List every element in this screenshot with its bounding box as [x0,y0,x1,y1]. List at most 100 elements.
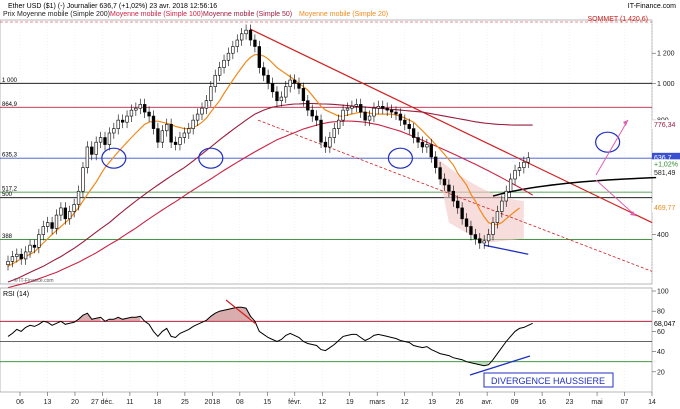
x-tick-label: 25 [181,399,189,406]
candle-body [200,107,204,115]
source-label: © IT-Finance.com [14,277,54,284]
candle-body [522,161,526,168]
candle-body [59,207,63,216]
candle-body [138,104,142,109]
moving-averages [7,54,533,289]
level-label: 1 000 [2,78,18,84]
rsi-tick-label: 60 [657,329,665,336]
candle-body [81,167,85,192]
x-tick-label: 06 [16,399,24,406]
circle-marker [595,131,621,153]
candle-body [90,146,94,155]
candle-body [332,128,336,138]
candle-body [6,261,10,265]
candle-body [526,157,530,163]
candle-body [323,141,328,148]
candle-body [46,222,50,227]
candle-body [94,141,98,155]
candle-body [398,113,403,121]
x-tick-label: févr. [288,399,301,406]
candle-body [253,39,257,47]
candle-body [359,104,363,113]
rsi-zone-fill [78,313,101,322]
price-right-badges: 776,34636,7+1,02%581,49469,77 [652,120,680,212]
candle-body [491,222,495,235]
downtrend-channel-line [257,119,653,272]
candle-body [376,105,381,109]
candle-body [147,111,151,117]
candle-body [473,234,478,240]
candle-body [306,100,310,111]
rsi-title: RSI (14) [3,291,29,298]
forecast-arrow-up [595,119,629,176]
brand-label: IT-Finance.com [628,3,676,10]
candle-body [460,207,464,220]
candle-body [442,178,447,186]
candle-body [182,132,187,138]
candle-body [301,88,306,102]
candle-body [372,107,376,117]
legend: Prix Moyenne mobile (Simple 200) Moyenne … [3,11,388,18]
candle-body [240,33,244,41]
candles [6,24,530,271]
candle-body [270,83,275,93]
rsi-tick-label: 80 [657,309,665,316]
header-title: Ether USD ($1) (-) Journalier 636,7 (+1,… [8,3,217,10]
candle-body [495,211,500,223]
candle-body [310,109,314,117]
price-badge-label: 581,49 [654,170,676,177]
candle-body [389,109,394,113]
candle-body [328,137,332,148]
candle-body [129,109,134,117]
candle-body [23,251,28,260]
candle-body [54,214,59,229]
candle-body [411,128,416,138]
candle-body [195,113,200,121]
legend-item: Prix Moyenne mobile (Simple 200) [3,11,110,18]
x-tick-label: mai [591,399,603,406]
candle-body [416,137,420,143]
candle-body [169,124,173,143]
candle-body [134,107,138,111]
candle-body [354,104,358,107]
x-tick-label: mars [369,399,385,406]
candle-body [213,74,217,87]
candle-body [116,119,120,129]
candle-body [500,200,504,212]
candle-body [125,115,129,123]
candle-body [120,119,125,123]
sommet-label: SOMMET (1 420,6) [587,16,648,23]
x-tick-label: 18 [153,399,161,406]
candle-body [204,100,209,109]
y-tick-label: 1 000 [657,81,675,88]
candle-body [363,111,367,121]
candle-body [337,119,341,129]
candle-body [420,141,425,148]
candle-body [385,107,389,111]
rsi-y-axis: 20 40 60 80 100 68,047 [652,289,676,376]
candle-body [508,178,513,192]
x-tick-label: 2018 [205,399,221,406]
x-tick-label: 27 déc. [91,399,114,406]
legend-item: Moyenne mobile (Simple 20) [299,11,388,18]
candle-body [37,234,41,248]
x-tick-label: 14 [648,399,656,406]
candle-body [76,190,81,205]
price-grid [19,20,653,392]
candle-body [107,132,112,145]
candle-body [292,79,297,84]
candle-body [112,128,116,134]
candle-body [438,167,442,180]
x-tick-label: 23 [566,399,574,406]
rsi-level-lines [0,320,652,363]
chart-root: Ether USD ($1) (-) Journalier 636,7 (+1,… [0,3,680,406]
candle-body [257,46,261,68]
candle-body [235,39,239,47]
x-tick-label: 08 [236,399,244,406]
candle-body [222,59,226,68]
candle-body [345,107,350,111]
y-tick-label: 400 [657,232,669,239]
candle-body [143,104,147,113]
x-tick-label: 12 [318,399,326,406]
x-tick-label: 15 [263,399,271,406]
